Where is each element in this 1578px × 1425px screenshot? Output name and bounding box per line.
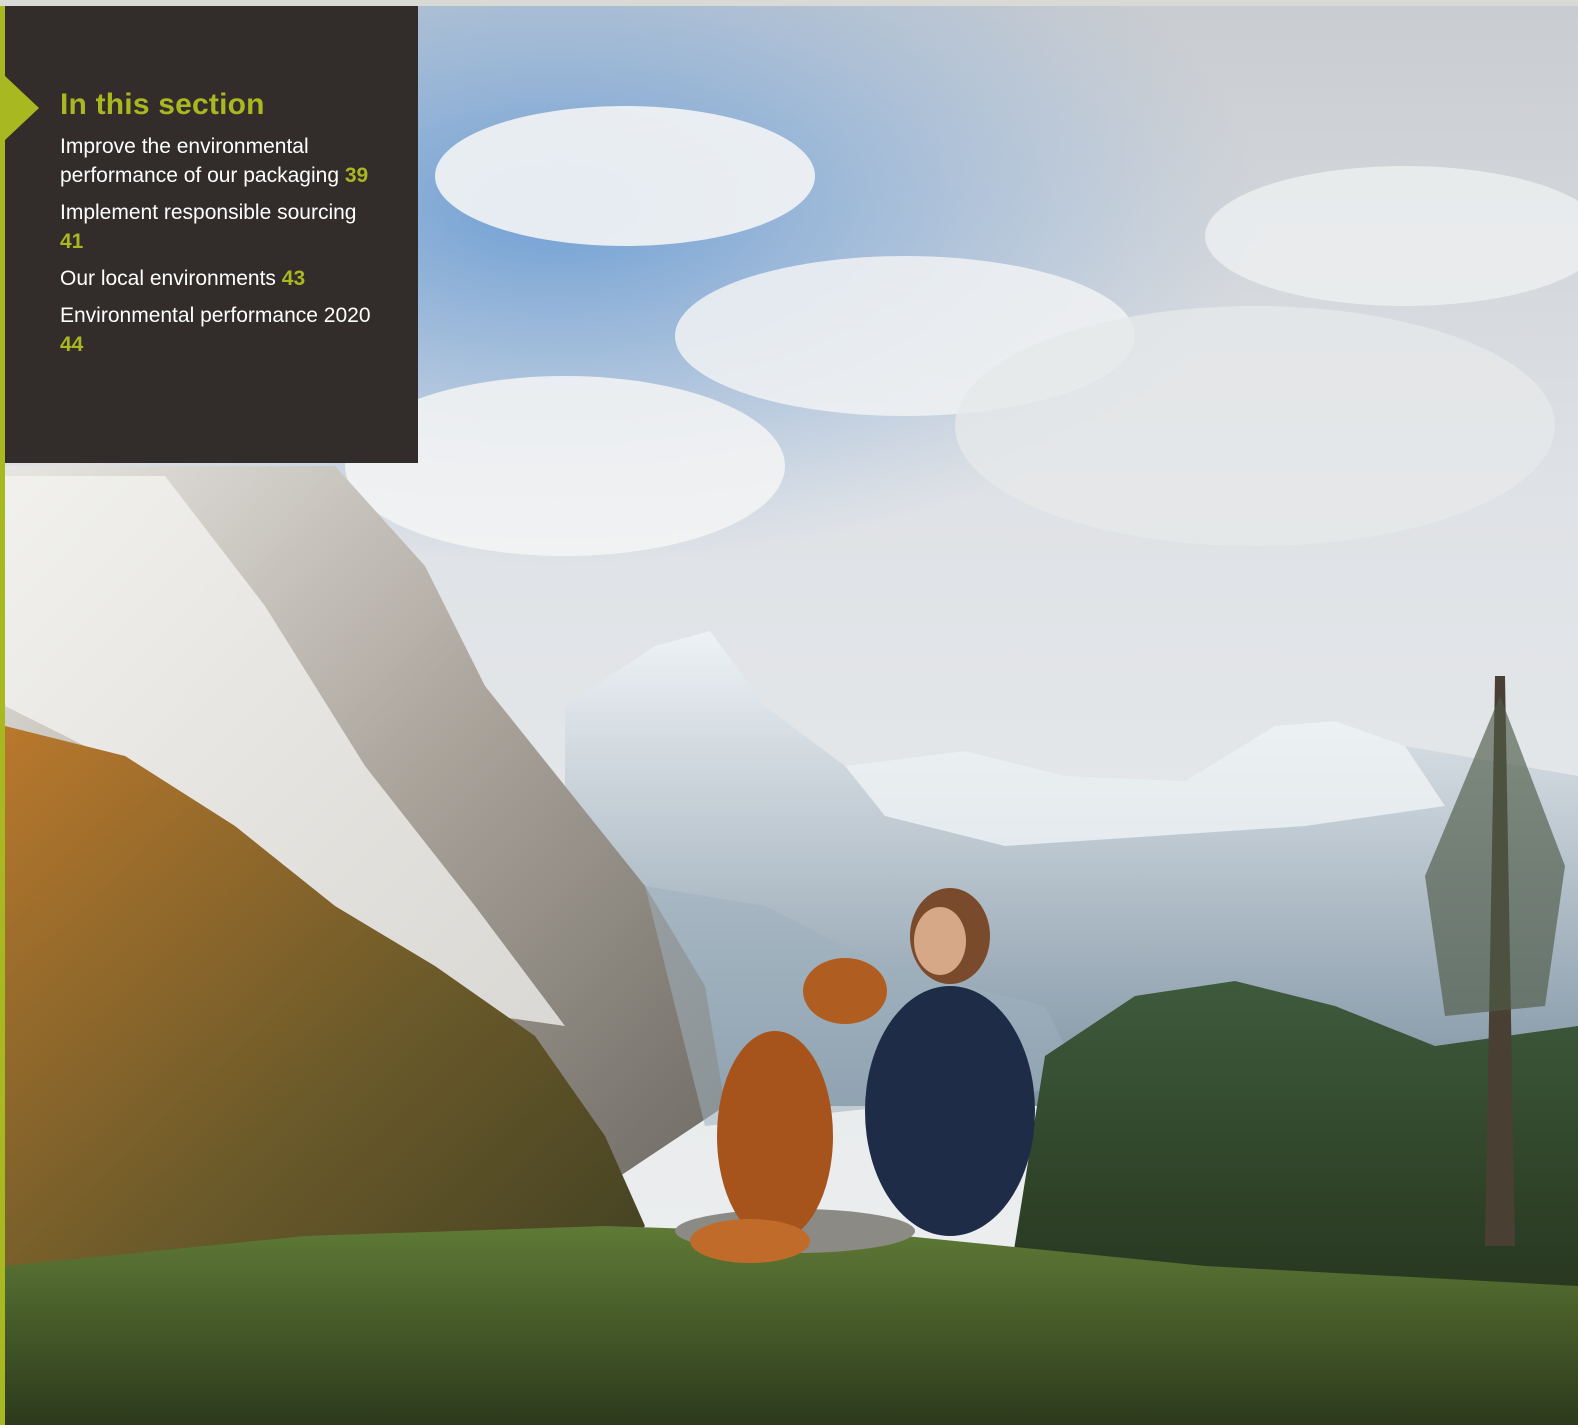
page-number: 43 bbox=[281, 267, 306, 290]
report-page: In this section Improve the environmenta… bbox=[0, 0, 1578, 1425]
arrow-right-icon bbox=[5, 76, 39, 140]
section-title: In this section bbox=[60, 88, 265, 121]
page-number: 44 bbox=[60, 333, 84, 356]
section-link-label: Improve the environmental performance of… bbox=[60, 135, 339, 187]
section-link-label: Our local environments bbox=[60, 267, 276, 290]
section-link-label: Implement responsible sourcing bbox=[60, 201, 357, 224]
page-number: 39 bbox=[344, 164, 369, 187]
page-number: 41 bbox=[60, 230, 84, 253]
section-list: Improve the environmental performance of… bbox=[60, 132, 380, 367]
section-link-label: Environmental performance 2020 bbox=[60, 304, 371, 327]
section-link-packaging[interactable]: Improve the environmental performance of… bbox=[60, 132, 380, 190]
in-this-section-panel: In this section Improve the environmenta… bbox=[5, 6, 418, 463]
section-link-sourcing[interactable]: Implement responsible sourcing 41 bbox=[60, 198, 380, 256]
section-link-environmental-performance[interactable]: Environmental performance 2020 44 bbox=[60, 301, 380, 359]
section-link-local-environments[interactable]: Our local environments 43 bbox=[60, 264, 380, 293]
